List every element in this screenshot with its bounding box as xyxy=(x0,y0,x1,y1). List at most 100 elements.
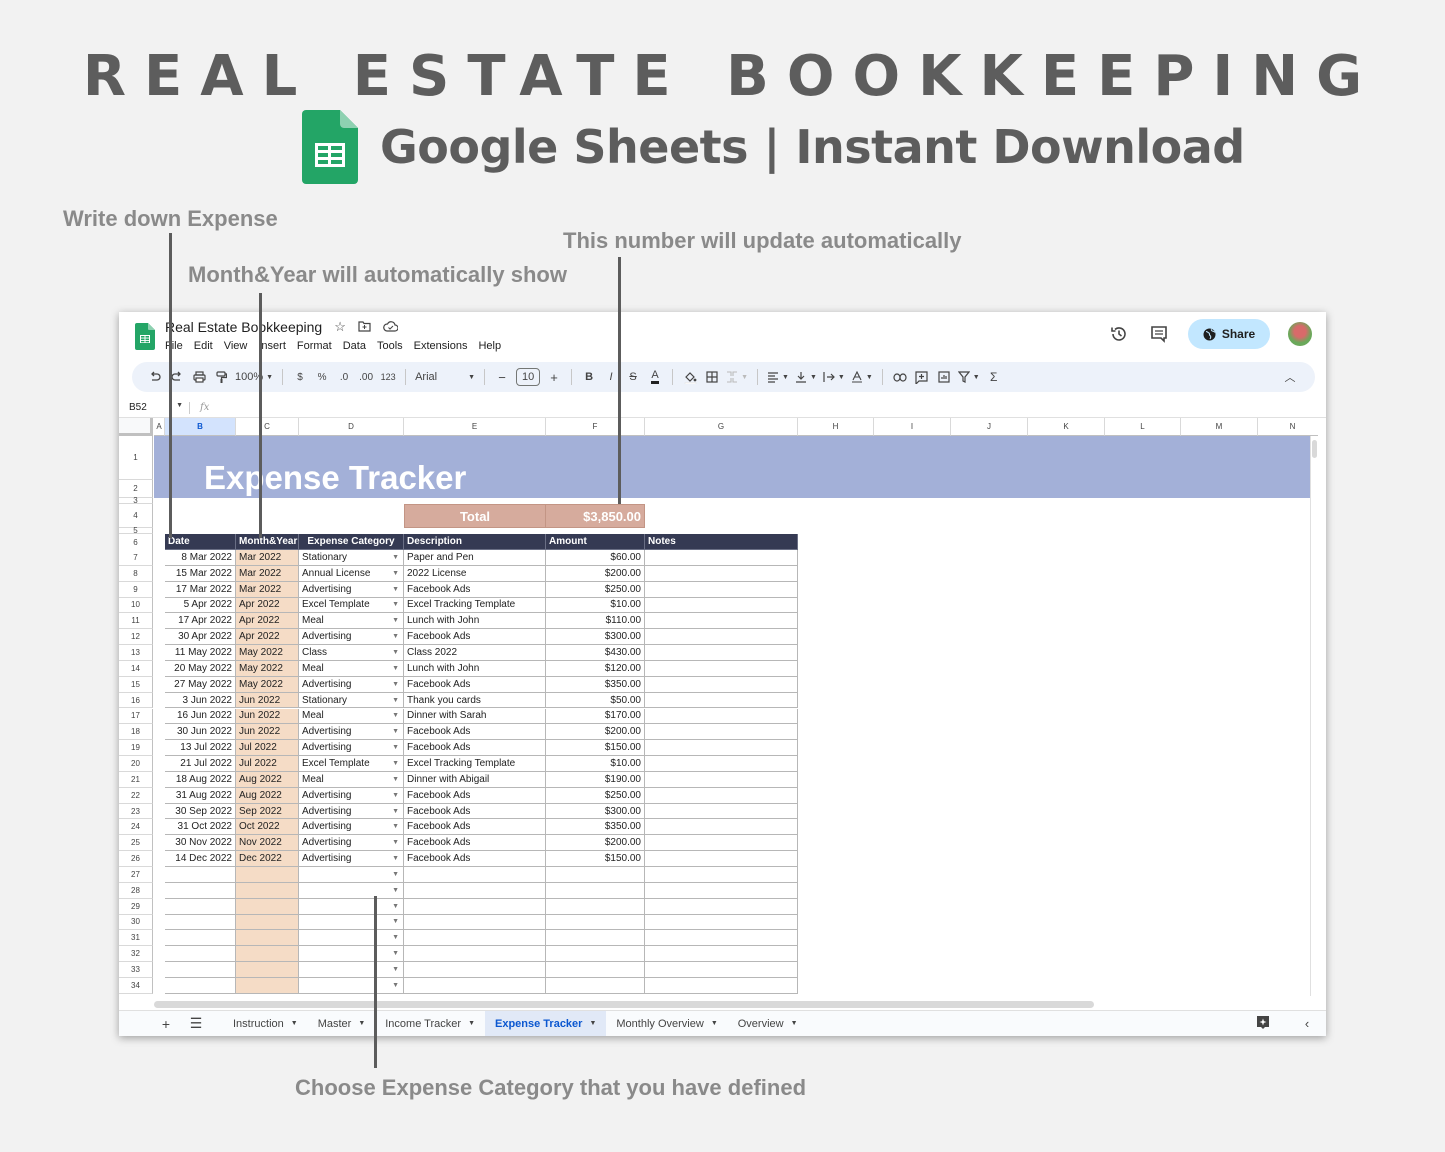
column-header-h[interactable]: H xyxy=(798,418,874,436)
date-cell[interactable]: 30 Jun 2022 xyxy=(165,724,236,741)
date-cell[interactable]: 5 Apr 2022 xyxy=(165,597,236,614)
description-cell[interactable] xyxy=(404,977,546,994)
description-cell[interactable] xyxy=(404,914,546,931)
dropdown-arrow-icon[interactable]: ▼ xyxy=(392,649,399,656)
row-header[interactable]: 23 xyxy=(119,803,153,820)
row-header[interactable]: 17 xyxy=(119,708,153,725)
category-dropdown-cell[interactable]: ▼ xyxy=(299,898,404,915)
vertical-scrollbar[interactable] xyxy=(1310,436,1318,996)
dropdown-arrow-icon[interactable]: ▼ xyxy=(392,792,399,799)
notes-cell[interactable] xyxy=(645,787,798,804)
row-header[interactable]: 9 xyxy=(119,581,153,598)
date-cell[interactable]: 15 Mar 2022 xyxy=(165,565,236,582)
scroll-thumb[interactable] xyxy=(154,1001,1094,1008)
month-year-cell[interactable]: Mar 2022 xyxy=(236,565,299,582)
amount-cell[interactable]: $10.00 xyxy=(546,756,645,772)
description-cell[interactable]: Excel Tracking Template xyxy=(404,597,546,614)
amount-cell[interactable]: $150.00 xyxy=(546,851,645,867)
amount-cell[interactable] xyxy=(546,882,645,899)
row-header[interactable]: 1 xyxy=(119,436,153,480)
dropdown-arrow-icon[interactable]: ▼ xyxy=(392,617,399,624)
date-cell[interactable] xyxy=(165,962,236,978)
description-cell[interactable] xyxy=(404,898,546,915)
month-year-cell[interactable]: May 2022 xyxy=(236,676,299,693)
column-header-f[interactable]: F xyxy=(546,418,645,436)
print-icon[interactable] xyxy=(188,366,210,388)
amount-cell[interactable] xyxy=(546,914,645,931)
month-year-cell[interactable]: Mar 2022 xyxy=(236,581,299,598)
dropdown-arrow-icon[interactable]: ▼ xyxy=(392,808,399,815)
column-header-e[interactable]: E xyxy=(404,418,546,436)
font-size-input[interactable]: 10 xyxy=(513,366,543,388)
row-header[interactable]: 34 xyxy=(119,977,153,994)
notes-cell[interactable] xyxy=(645,756,798,772)
more-formats-button[interactable]: 123 xyxy=(377,366,399,388)
amount-cell[interactable] xyxy=(546,946,645,963)
undo-icon[interactable] xyxy=(144,366,166,388)
category-dropdown-cell[interactable]: Excel Template ▼ xyxy=(299,756,404,772)
row-header[interactable]: 24 xyxy=(119,819,153,836)
row-header[interactable]: 11 xyxy=(119,613,153,630)
increase-font-size-button[interactable]: + xyxy=(543,366,565,388)
column-header-c[interactable]: C xyxy=(236,418,299,436)
category-dropdown-cell[interactable]: ▼ xyxy=(299,867,404,883)
month-year-cell[interactable]: Apr 2022 xyxy=(236,629,299,646)
month-year-cell[interactable]: Apr 2022 xyxy=(236,613,299,630)
amount-cell[interactable]: $300.00 xyxy=(546,803,645,820)
amount-cell[interactable]: $170.00 xyxy=(546,708,645,725)
table-header-cell[interactable]: Notes xyxy=(645,534,798,550)
dropdown-arrow-icon[interactable]: ▼ xyxy=(392,554,399,561)
date-cell[interactable]: 16 Jun 2022 xyxy=(165,708,236,725)
date-cell[interactable]: 31 Aug 2022 xyxy=(165,787,236,804)
amount-cell[interactable]: $10.00 xyxy=(546,597,645,614)
description-cell[interactable]: Facebook Ads xyxy=(404,581,546,598)
notes-cell[interactable] xyxy=(645,550,798,566)
dropdown-arrow-icon[interactable]: ▼ xyxy=(392,855,399,862)
date-cell[interactable] xyxy=(165,882,236,899)
row-header[interactable]: 15 xyxy=(119,676,153,693)
row-header[interactable]: 14 xyxy=(119,660,153,677)
name-box[interactable]: B52 ▼ xyxy=(119,402,189,413)
amount-cell[interactable]: $200.00 xyxy=(546,565,645,582)
description-cell[interactable]: Facebook Ads xyxy=(404,629,546,646)
menu-view[interactable]: View xyxy=(224,340,248,352)
sheet-tab-monthly-overview[interactable]: Monthly Overview ▼ xyxy=(606,1011,727,1037)
amount-cell[interactable] xyxy=(546,898,645,915)
notes-cell[interactable] xyxy=(645,867,798,883)
notes-cell[interactable] xyxy=(645,898,798,915)
percent-format-button[interactable]: % xyxy=(311,366,333,388)
month-year-cell[interactable]: Mar 2022 xyxy=(236,550,299,566)
borders-icon[interactable] xyxy=(701,366,723,388)
select-all-corner[interactable] xyxy=(119,418,153,436)
spreadsheet-grid[interactable]: Expense Tracker Total $3,850.00 ABCDEFGH… xyxy=(119,418,1318,998)
month-year-cell[interactable] xyxy=(236,946,299,963)
menu-data[interactable]: Data xyxy=(343,340,366,352)
notes-cell[interactable] xyxy=(645,629,798,646)
month-year-cell[interactable]: Jun 2022 xyxy=(236,708,299,725)
date-cell[interactable]: 18 Aug 2022 xyxy=(165,771,236,788)
notes-cell[interactable] xyxy=(645,676,798,693)
notes-cell[interactable] xyxy=(645,930,798,947)
month-year-cell[interactable]: Jun 2022 xyxy=(236,724,299,741)
column-header-k[interactable]: K xyxy=(1028,418,1105,436)
month-year-cell[interactable] xyxy=(236,914,299,931)
month-year-cell[interactable]: Sep 2022 xyxy=(236,803,299,820)
column-header-l[interactable]: L xyxy=(1105,418,1181,436)
sheet-tab-expense-tracker[interactable]: Expense Tracker ▼ xyxy=(485,1010,607,1036)
description-cell[interactable]: Class 2022 xyxy=(404,645,546,661)
row-header[interactable]: 6 xyxy=(119,534,153,551)
column-header-n[interactable]: N xyxy=(1258,418,1318,436)
notes-cell[interactable] xyxy=(645,724,798,741)
category-dropdown-cell[interactable]: Meal ▼ xyxy=(299,613,404,630)
notes-cell[interactable] xyxy=(645,708,798,725)
description-cell[interactable]: Facebook Ads xyxy=(404,851,546,867)
notes-cell[interactable] xyxy=(645,803,798,820)
date-cell[interactable]: 31 Oct 2022 xyxy=(165,819,236,836)
menu-extensions[interactable]: Extensions xyxy=(414,340,468,352)
filter-icon[interactable]: ▼ xyxy=(955,366,983,388)
notes-cell[interactable] xyxy=(645,835,798,852)
explore-icon[interactable] xyxy=(1248,1015,1278,1033)
month-year-cell[interactable] xyxy=(236,882,299,899)
date-cell[interactable]: 17 Apr 2022 xyxy=(165,613,236,630)
row-header[interactable]: 16 xyxy=(119,692,153,709)
